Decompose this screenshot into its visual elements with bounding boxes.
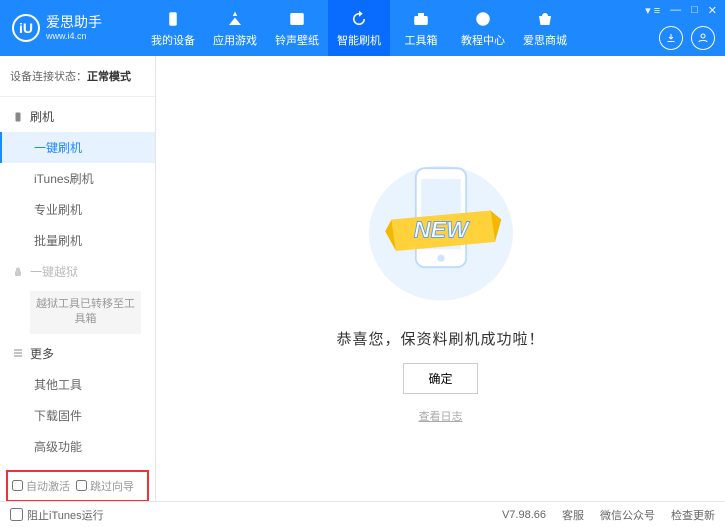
sidebar-item-other[interactable]: 其他工具 [0, 369, 155, 400]
app-url: www.i4.cn [46, 31, 102, 41]
success-illustration: NEW [351, 134, 531, 314]
sidebar-item-advanced[interactable]: 高级功能 [0, 431, 155, 462]
device-icon [163, 9, 183, 29]
ok-button[interactable]: 确定 [403, 363, 477, 394]
help-icon [473, 9, 493, 29]
app-logo: iU 爱思助手 www.i4.cn [12, 14, 142, 42]
footer-support[interactable]: 客服 [562, 507, 584, 523]
header-actions [659, 26, 715, 50]
nav-label: 教程中心 [461, 32, 505, 48]
block-itunes-checkbox[interactable]: 阻止iTunes运行 [10, 507, 104, 523]
group-label: 一键越狱 [30, 263, 78, 280]
user-button[interactable] [691, 26, 715, 50]
sidebar-item-oneclick[interactable]: 一键刷机 [0, 132, 155, 163]
auto-activate-checkbox[interactable]: 自动激活 [12, 478, 70, 494]
toolbox-icon [411, 9, 431, 29]
new-badge-text: NEW [413, 216, 469, 242]
group-label: 更多 [30, 345, 54, 362]
nav-label: 爱思商城 [523, 32, 567, 48]
logo-icon: iU [12, 14, 40, 42]
phone-icon [12, 111, 24, 123]
footer: 阻止iTunes运行 V7.98.66 客服 微信公众号 检查更新 [0, 501, 725, 527]
lock-icon [12, 266, 24, 278]
success-message: 恭喜您，保资料刷机成功啦！ [336, 328, 544, 349]
nav-tools[interactable]: 工具箱 [390, 0, 452, 56]
group-jailbreak: 一键越狱 [0, 256, 155, 287]
app-name: 爱思助手 [46, 15, 102, 30]
group-label: 刷机 [30, 108, 54, 125]
nav-apps[interactable]: 应用游戏 [204, 0, 266, 56]
nav-flash[interactable]: 智能刷机 [328, 0, 390, 56]
nav-label: 我的设备 [151, 32, 195, 48]
menu-icon[interactable]: ▾ ≡ [643, 2, 662, 19]
sidebar-item-firmware[interactable]: 下载固件 [0, 400, 155, 431]
sidebar-item-batch[interactable]: 批量刷机 [0, 225, 155, 256]
connection-status: 设备连接状态：正常模式 [0, 64, 155, 92]
footer-wechat[interactable]: 微信公众号 [600, 507, 655, 523]
nav-label: 智能刷机 [337, 32, 381, 48]
nav-label: 工具箱 [405, 32, 438, 48]
refresh-icon [349, 9, 369, 29]
options-box: 自动激活 跳过向导 [6, 470, 149, 501]
nav-label: 铃声壁纸 [275, 32, 319, 48]
window-controls: ▾ ≡ — □ ✕ [643, 2, 719, 19]
sidebar-item-itunes[interactable]: iTunes刷机 [0, 163, 155, 194]
minimize-icon[interactable]: — [668, 2, 683, 19]
version-label: V7.98.66 [502, 509, 546, 521]
sidebar: 设备连接状态：正常模式 刷机 一键刷机 iTunes刷机 专业刷机 批量刷机 一… [0, 56, 156, 501]
main-content: NEW 恭喜您，保资料刷机成功啦！ 确定 查看日志 [156, 56, 725, 501]
maximize-icon[interactable]: □ [689, 2, 700, 19]
nav-my-device[interactable]: 我的设备 [142, 0, 204, 56]
nav-tutorials[interactable]: 教程中心 [452, 0, 514, 56]
app-header: iU 爱思助手 www.i4.cn 我的设备 应用游戏 铃声壁纸 智能刷机 工具… [0, 0, 725, 56]
sidebar-item-pro[interactable]: 专业刷机 [0, 194, 155, 225]
nav-ringtones[interactable]: 铃声壁纸 [266, 0, 328, 56]
download-button[interactable] [659, 26, 683, 50]
top-nav: 我的设备 应用游戏 铃声壁纸 智能刷机 工具箱 教程中心 爱思商城 [142, 0, 576, 56]
close-icon[interactable]: ✕ [706, 2, 719, 19]
list-icon [12, 347, 24, 359]
store-icon [535, 9, 555, 29]
nav-store[interactable]: 爱思商城 [514, 0, 576, 56]
footer-update[interactable]: 检查更新 [671, 507, 715, 523]
group-more[interactable]: 更多 [0, 338, 155, 369]
image-icon [287, 9, 307, 29]
skip-guide-checkbox[interactable]: 跳过向导 [76, 478, 134, 494]
apps-icon [225, 9, 245, 29]
jailbreak-note: 越狱工具已转移至工具箱 [30, 291, 141, 334]
view-log-link[interactable]: 查看日志 [419, 408, 463, 424]
group-flash[interactable]: 刷机 [0, 101, 155, 132]
nav-label: 应用游戏 [213, 32, 257, 48]
